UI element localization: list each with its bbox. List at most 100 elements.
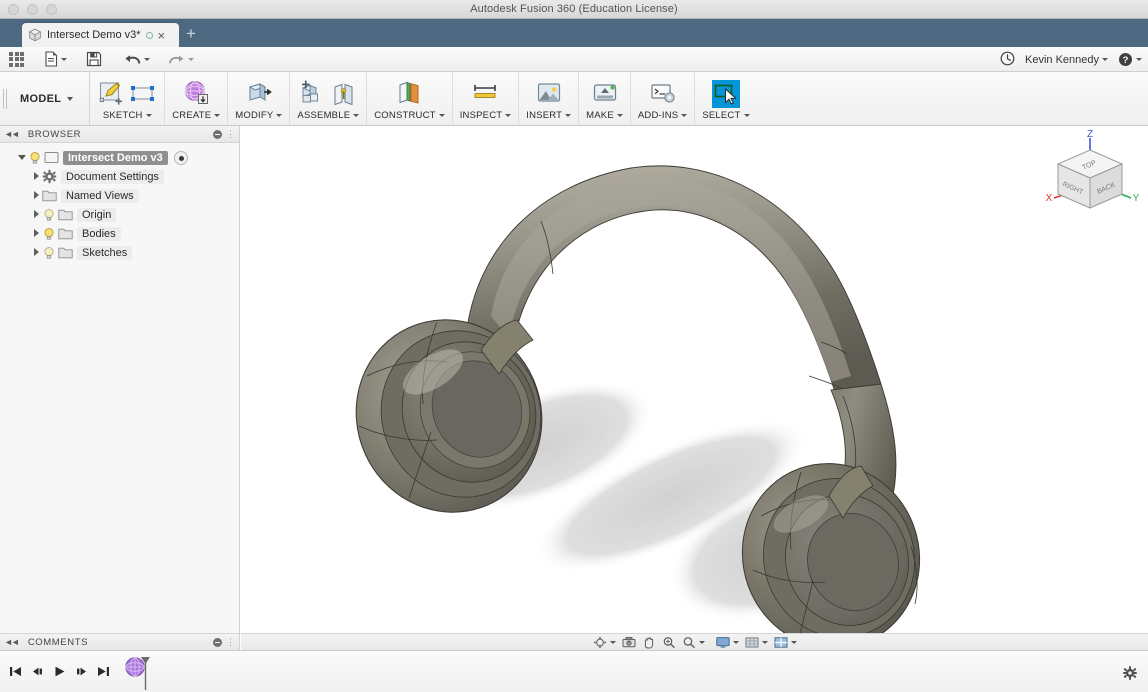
help-menu-button[interactable]: ? (1118, 47, 1142, 72)
svg-text:?: ? (1123, 55, 1129, 66)
user-menu-button[interactable]: Kevin Kennedy (1025, 47, 1108, 72)
chevron-down-icon[interactable] (617, 114, 623, 117)
chevron-down-icon[interactable] (681, 114, 687, 117)
rectangle-sketch-icon[interactable] (129, 80, 157, 108)
chevron-down-icon[interactable] (276, 114, 282, 117)
chevron-down-icon[interactable] (214, 114, 220, 117)
expander-icon[interactable] (30, 191, 42, 201)
tree-node-sketches[interactable]: Sketches (0, 243, 239, 262)
add-comment-icon[interactable] (213, 638, 222, 647)
step-back-button[interactable] (31, 665, 44, 678)
timeline-feature-form[interactable] (124, 655, 150, 689)
file-menu-button[interactable] (39, 47, 72, 72)
select-window-icon[interactable] (712, 80, 740, 108)
window-traffic-lights[interactable] (8, 4, 57, 15)
toolbar-grip[interactable] (0, 72, 10, 125)
close-window-button[interactable] (8, 4, 19, 15)
ribbon-group-addins-label: ADD-INS (638, 108, 687, 122)
tree-node-label: Intersect Demo v3 (63, 151, 168, 165)
window-title-bar: Autodesk Fusion 360 (Education License) (0, 0, 1148, 19)
offset-plane-icon[interactable] (395, 80, 423, 108)
panel-grip[interactable]: ⋮ (226, 637, 235, 648)
grid-and-snaps-button[interactable] (742, 634, 771, 651)
chevron-down-icon[interactable] (353, 114, 359, 117)
panel-grip[interactable]: ⋮ (226, 129, 235, 140)
light-bulb-icon[interactable] (28, 151, 42, 165)
zoom-button[interactable] (659, 634, 679, 651)
tree-node-document-settings[interactable]: Document Settings (0, 167, 239, 186)
save-button[interactable] (81, 47, 107, 72)
zoom-window-button[interactable] (679, 634, 708, 651)
chevron-down-icon[interactable] (505, 114, 511, 117)
display-settings-button[interactable] (713, 634, 742, 651)
viewports-button[interactable] (771, 634, 800, 651)
chevron-down-icon[interactable] (762, 641, 768, 644)
view-cube[interactable]: Z X Y TOP RIGHT BACK (1038, 128, 1142, 220)
expander-icon[interactable] (30, 210, 42, 220)
redo-button[interactable] (163, 47, 199, 72)
chevron-down-icon[interactable] (610, 641, 616, 644)
create-form-icon[interactable] (182, 80, 210, 108)
timeline-settings-button[interactable] (1123, 666, 1137, 680)
press-pull-icon[interactable] (245, 80, 273, 108)
create-sketch-icon[interactable] (97, 80, 125, 108)
measure-icon[interactable] (471, 80, 499, 108)
expander-icon[interactable] (30, 229, 42, 239)
tree-node-label: Bodies (77, 227, 121, 241)
expander-icon[interactable] (30, 172, 42, 182)
expander-icon[interactable] (30, 248, 42, 258)
joint-icon[interactable] (331, 82, 357, 108)
grid-icon (9, 52, 24, 67)
light-bulb-icon[interactable] (42, 208, 56, 222)
folder-icon (42, 189, 57, 202)
pan-button[interactable] (639, 634, 659, 651)
orbit-button[interactable] (590, 634, 619, 651)
job-status-button[interactable] (1000, 51, 1015, 69)
chevron-down-icon[interactable] (733, 641, 739, 644)
display-settings-icon (716, 636, 730, 649)
step-back-icon (31, 665, 44, 678)
chevron-down-icon[interactable] (439, 114, 445, 117)
tree-node-intersect-demo[interactable]: Intersect Demo v3 (0, 148, 239, 167)
collapse-left-icon[interactable]: ◄◄ (4, 129, 18, 139)
ribbon-group-inspect-label: INSPECT (460, 108, 512, 122)
play-button[interactable] (53, 665, 66, 678)
zoom-icon (662, 636, 676, 649)
workspace-switcher[interactable]: MODEL (10, 72, 90, 125)
tree-node-origin[interactable]: Origin (0, 205, 239, 224)
step-forward-button[interactable] (75, 665, 88, 678)
play-icon (53, 665, 66, 678)
expander-icon[interactable] (16, 153, 28, 162)
ribbon-group-make: MAKE (579, 72, 631, 125)
show-data-panel-button[interactable] (0, 47, 29, 72)
close-icon[interactable]: × (158, 29, 166, 42)
minimize-window-button[interactable] (27, 4, 38, 15)
chevron-down-icon[interactable] (791, 641, 797, 644)
3d-print-icon[interactable] (591, 80, 619, 108)
chevron-down-icon[interactable] (744, 114, 750, 117)
go-to-end-button[interactable] (97, 665, 110, 678)
document-tab[interactable]: Intersect Demo v3* × (22, 23, 179, 47)
tree-node-named-views[interactable]: Named Views (0, 186, 239, 205)
panel-options-icon[interactable] (213, 130, 222, 139)
undo-button[interactable] (119, 47, 155, 72)
chevron-down-icon[interactable] (146, 114, 152, 117)
visibility-toggle[interactable] (174, 151, 188, 165)
chevron-down-icon[interactable] (565, 114, 571, 117)
insert-image-icon[interactable] (535, 80, 563, 108)
new-tab-button[interactable]: + (182, 25, 200, 43)
look-at-button[interactable] (619, 634, 639, 651)
new-component-icon[interactable] (299, 80, 327, 108)
light-bulb-icon[interactable] (42, 246, 56, 260)
view-navigation-bar (241, 633, 1148, 650)
zoom-window-button[interactable] (46, 4, 57, 15)
skip-start-icon (9, 665, 22, 678)
tree-node-bodies[interactable]: Bodies (0, 224, 239, 243)
3d-viewport[interactable]: Z X Y TOP RIGHT BACK (241, 126, 1148, 633)
chevron-down-icon[interactable] (699, 641, 705, 644)
comments-panel-header[interactable]: ◄◄ COMMENTS ⋮ (0, 633, 240, 650)
collapse-left-icon[interactable]: ◄◄ (4, 637, 18, 647)
light-bulb-icon[interactable] (42, 227, 56, 241)
scripts-addins-icon[interactable] (649, 80, 677, 108)
go-to-beginning-button[interactable] (9, 665, 22, 678)
